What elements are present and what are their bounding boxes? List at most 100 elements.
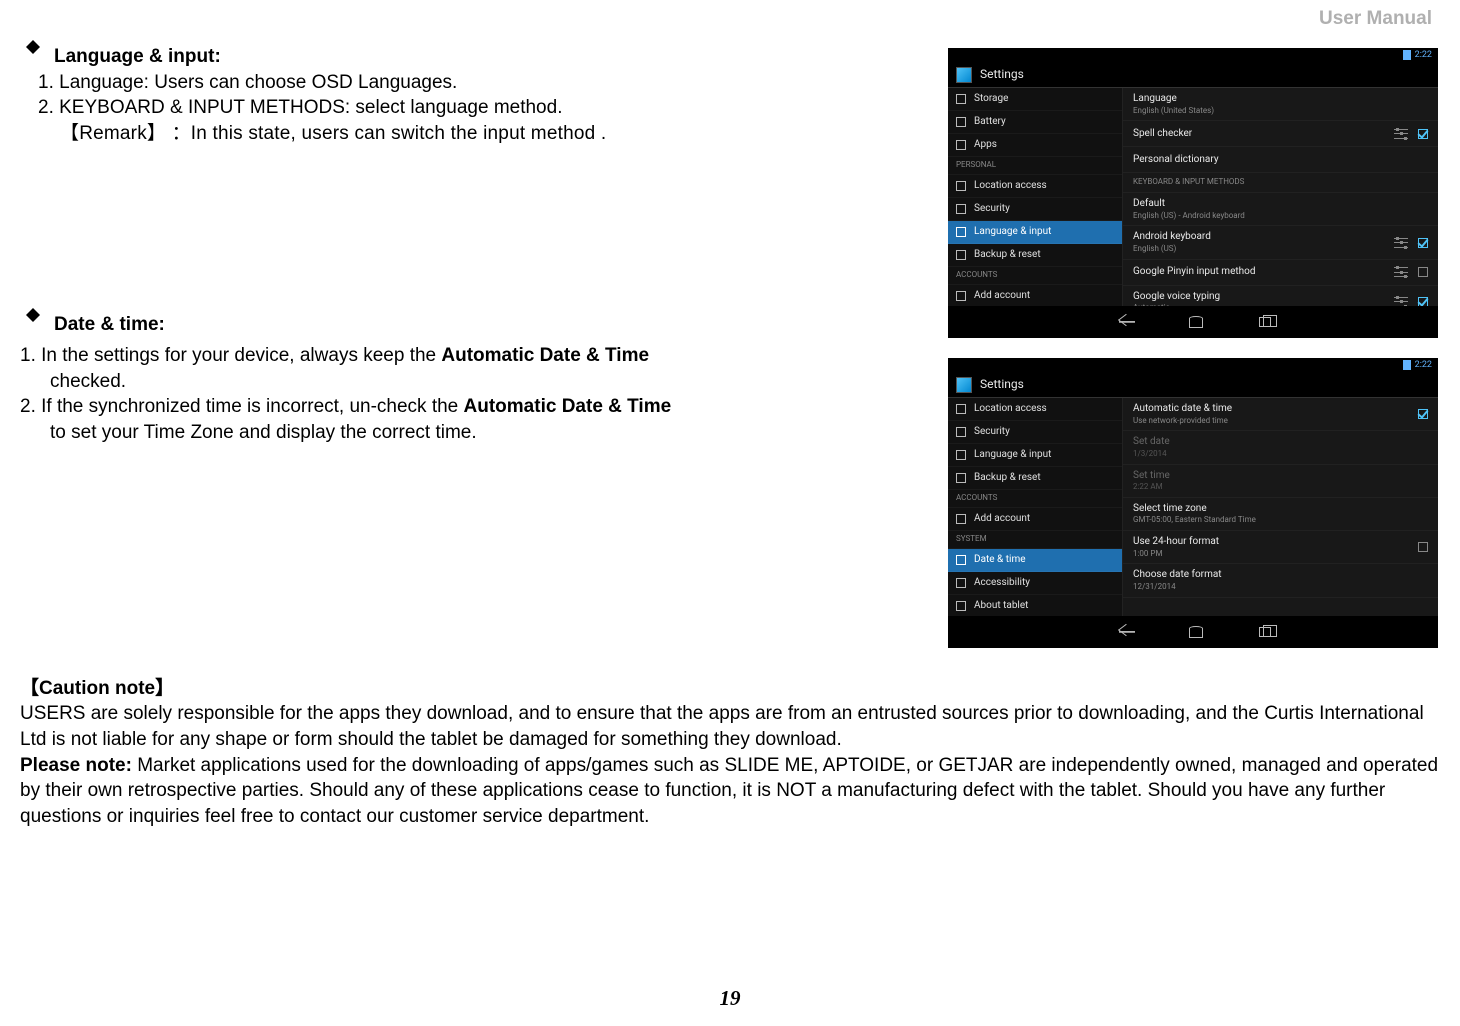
caution-para-1: USERS are solely responsible for the app… xyxy=(20,701,1440,752)
panel-row-subtitle: English (US) xyxy=(1133,244,1428,255)
panel-row-title: Android keyboard xyxy=(1133,230,1428,244)
panel-row-title: Set time xyxy=(1133,469,1428,483)
panel-row-language[interactable]: Language English (United States) xyxy=(1123,88,1438,121)
sidebar-item-add-account[interactable]: Add account xyxy=(948,508,1122,531)
sidebar-item-about-tablet[interactable]: About tablet xyxy=(948,595,1122,616)
plus-icon xyxy=(956,514,966,524)
sidebar-item-language-input[interactable]: Language & input xyxy=(948,221,1122,244)
panel-row-title: Use 24-hour format xyxy=(1133,535,1428,549)
panel-row-title: Default xyxy=(1133,197,1428,211)
sidebar-item-location[interactable]: Location access xyxy=(948,175,1122,198)
panel-row-set-date: Set date 1/3/2014 xyxy=(1123,431,1438,464)
panel-row-title: Personal dictionary xyxy=(1133,153,1428,167)
diamond-bullet-icon xyxy=(26,315,40,322)
sidebar-item-security[interactable]: Security xyxy=(948,198,1122,221)
language-icon xyxy=(956,450,966,460)
nav-back-icon[interactable] xyxy=(1115,625,1133,639)
nav-recent-icon[interactable] xyxy=(1259,317,1271,327)
section-caution: 【Caution note】 USERS are solely responsi… xyxy=(20,676,1440,830)
panel-row-android-keyboard[interactable]: Android keyboard English (US) xyxy=(1123,226,1438,259)
info-icon xyxy=(956,601,966,611)
nav-back-icon[interactable] xyxy=(1115,315,1133,329)
settings-split: Storage Battery Apps PERSONAL Location a… xyxy=(948,88,1438,306)
sidebar-item-location[interactable]: Location access xyxy=(948,398,1122,421)
settings-app-icon xyxy=(956,377,972,393)
sidebar-item-label: About tablet xyxy=(974,599,1028,613)
diamond-bullet-icon xyxy=(26,47,40,54)
checkbox-icon[interactable] xyxy=(1418,297,1428,306)
battery-icon xyxy=(956,117,966,127)
screenshot-date-time: 2:22 Settings Location access Security L… xyxy=(948,358,1438,648)
sidebar-item-add-account[interactable]: Add account xyxy=(948,285,1122,306)
status-bar: 2:22 xyxy=(948,48,1438,62)
status-time: 2:22 xyxy=(1415,49,1432,61)
checkbox-icon[interactable] xyxy=(1418,542,1428,552)
panel-row-default[interactable]: Default English (US) - Android keyboard xyxy=(1123,193,1438,226)
panel-row-title: Choose date format xyxy=(1133,568,1428,582)
caution-para-2-body: Market applications used for the downloa… xyxy=(20,755,1438,827)
settings-sidebar: Storage Battery Apps PERSONAL Location a… xyxy=(948,88,1123,306)
lang-item-2-text: KEYBOARD & INPUT METHODS: select languag… xyxy=(59,97,562,118)
panel-row-subtitle: Use network-provided time xyxy=(1133,416,1428,427)
lang-item-1-text: Language: Users can choose OSD Languages… xyxy=(59,72,457,93)
panel-row-select-timezone[interactable]: Select time zone GMT-05:00, Eastern Stan… xyxy=(1123,498,1438,531)
caution-para-2: Please note: Market applications used fo… xyxy=(20,753,1440,830)
checkbox-icon[interactable] xyxy=(1418,409,1428,419)
page-number: 19 xyxy=(0,984,1460,1012)
settings-title: Settings xyxy=(980,66,1024,82)
battery-icon xyxy=(1403,360,1411,370)
settings-app-icon xyxy=(956,67,972,83)
panel-row-set-time: Set time 2:22 AM xyxy=(1123,465,1438,498)
panel-row-personal-dictionary[interactable]: Personal dictionary xyxy=(1123,147,1438,173)
checkbox-icon[interactable] xyxy=(1418,129,1428,139)
screenshot-language-input: 2:22 Settings Storage Battery Apps PERSO… xyxy=(948,48,1438,338)
checkbox-icon[interactable] xyxy=(1418,238,1428,248)
panel-category-keyboard: KEYBOARD & INPUT METHODS xyxy=(1123,173,1438,193)
header-label: User Manual xyxy=(1319,6,1432,32)
settings-sidebar: Location access Security Language & inpu… xyxy=(948,398,1123,616)
sidebar-item-label: Backup & reset xyxy=(974,471,1041,485)
nav-home-icon[interactable] xyxy=(1189,316,1203,328)
sidebar-item-label: Apps xyxy=(974,138,997,152)
sidebar-item-apps[interactable]: Apps xyxy=(948,134,1122,157)
panel-row-use-24-hour[interactable]: Use 24-hour format 1:00 PM xyxy=(1123,531,1438,564)
sidebar-item-backup-reset[interactable]: Backup & reset xyxy=(948,467,1122,490)
lang-heading: Language & input xyxy=(54,46,214,67)
panel-row-google-pinyin[interactable]: Google Pinyin input method xyxy=(1123,260,1438,286)
sidebar-item-storage[interactable]: Storage xyxy=(948,88,1122,111)
panel-row-title: Google voice typing xyxy=(1133,290,1428,304)
location-icon xyxy=(956,404,966,414)
lock-icon xyxy=(956,204,966,214)
panel-row-date-format[interactable]: Choose date format 12/31/2014 xyxy=(1123,564,1438,597)
panel-row-automatic-date-time[interactable]: Automatic date & time Use network-provid… xyxy=(1123,398,1438,431)
nav-bar xyxy=(948,616,1438,648)
sliders-icon[interactable] xyxy=(1394,267,1408,277)
nav-recent-icon[interactable] xyxy=(1259,627,1271,637)
panel-row-title: Google Pinyin input method xyxy=(1133,265,1428,279)
status-time: 2:22 xyxy=(1415,359,1432,371)
panel-row-title: Spell checker xyxy=(1133,127,1428,141)
sliders-icon[interactable] xyxy=(1394,297,1408,306)
sidebar-item-backup-reset[interactable]: Backup & reset xyxy=(948,244,1122,267)
sliders-icon[interactable] xyxy=(1394,238,1408,248)
sidebar-item-date-time[interactable]: Date & time xyxy=(948,549,1122,572)
nav-home-icon[interactable] xyxy=(1189,626,1203,638)
sidebar-item-label: Storage xyxy=(974,92,1008,106)
panel-row-google-voice-typing[interactable]: Google voice typing Automatic xyxy=(1123,286,1438,306)
panel-row-title: Select time zone xyxy=(1133,502,1428,516)
sidebar-category-accounts: ACCOUNTS xyxy=(948,490,1122,508)
settings-titlebar: Settings xyxy=(948,62,1438,88)
panel-row-subtitle: English (United States) xyxy=(1133,106,1428,117)
apps-icon xyxy=(956,140,966,150)
settings-panel: Automatic date & time Use network-provid… xyxy=(1123,398,1438,616)
sliders-icon[interactable] xyxy=(1394,129,1408,139)
checkbox-icon[interactable] xyxy=(1418,267,1428,277)
sidebar-item-battery[interactable]: Battery xyxy=(948,111,1122,134)
date-item-1a: 1. In the settings for your device, alwa… xyxy=(20,345,441,366)
sidebar-item-accessibility[interactable]: Accessibility xyxy=(948,572,1122,595)
sidebar-item-security[interactable]: Security xyxy=(948,421,1122,444)
panel-row-spell-checker[interactable]: Spell checker xyxy=(1123,121,1438,147)
panel-row-subtitle: 2:22 AM xyxy=(1133,482,1428,493)
sidebar-item-language-input[interactable]: Language & input xyxy=(948,444,1122,467)
sidebar-category-accounts: ACCOUNTS xyxy=(948,267,1122,285)
